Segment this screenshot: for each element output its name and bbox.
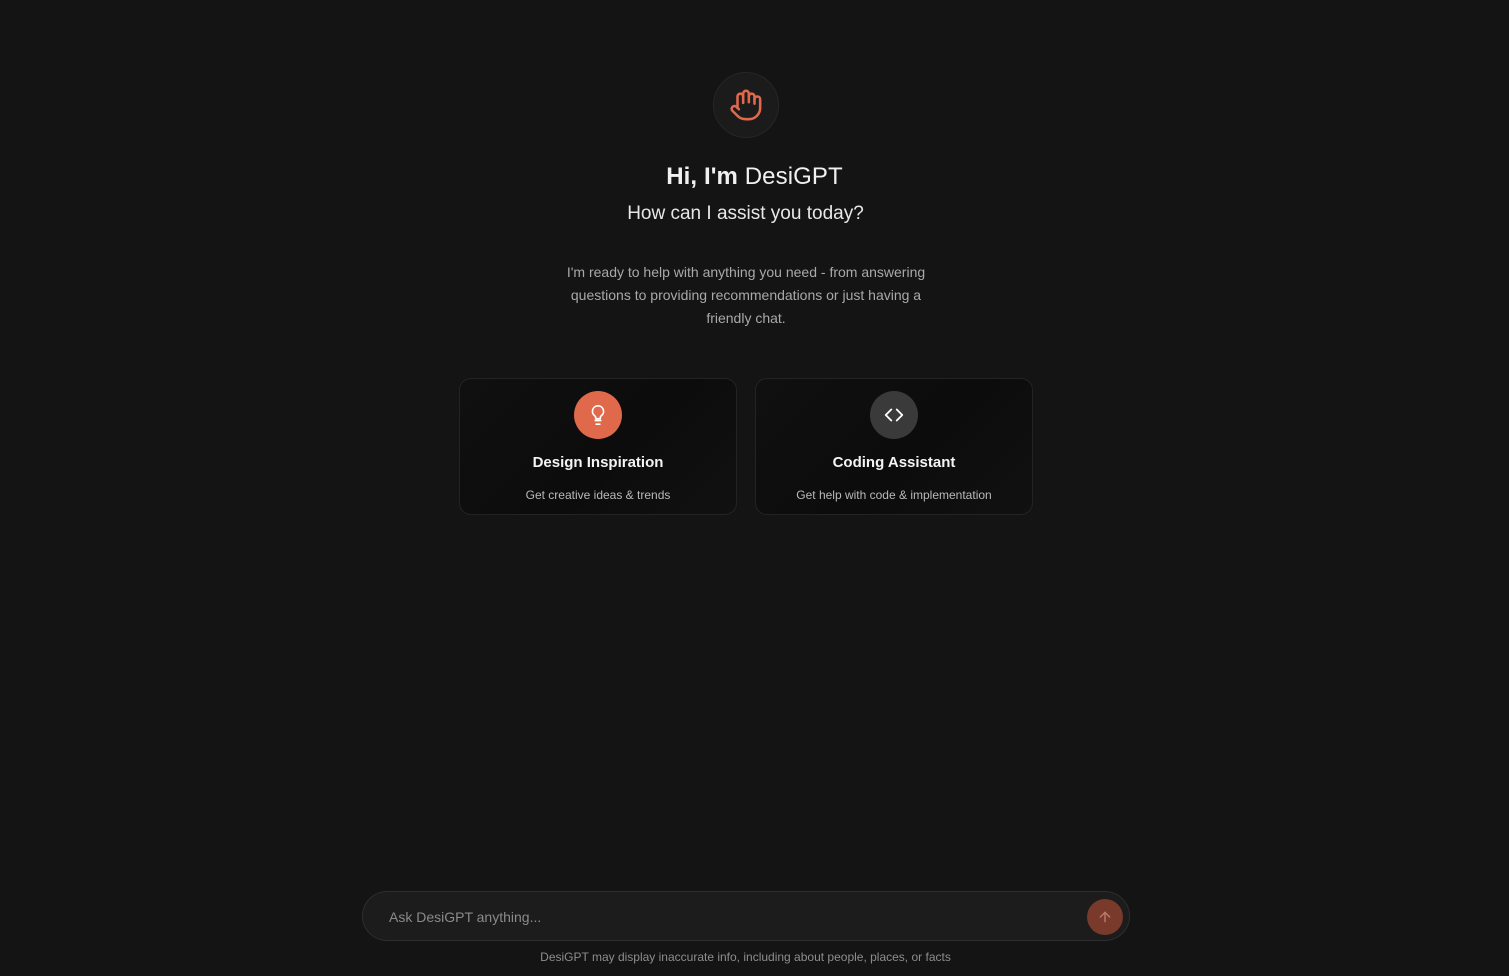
card-title: Coding Assistant (832, 454, 956, 471)
design-inspiration-card[interactable]: Design Inspiration Get creative ideas & … (459, 378, 737, 515)
disclaimer-text: DesiGPT may display inaccurate info, inc… (540, 950, 951, 964)
hero-avatar (713, 72, 779, 138)
arrow-up-icon (1099, 911, 1111, 923)
title-prefix: Hi, I'm (666, 163, 745, 190)
hand-icon (730, 89, 762, 121)
page-subtitle: How can I assist you today? (627, 203, 864, 224)
intro-text: I'm ready to help with anything you need… (566, 264, 926, 326)
message-input[interactable] (387, 892, 1071, 942)
page-title: Hi, I'm DesiGPT (0, 163, 1509, 191)
card-description: Get help with code & implementation (796, 488, 992, 502)
card-description: Get creative ideas & trends (525, 488, 671, 502)
chat-welcome-page: Hi, I'm DesiGPT How can I assist you tod… (0, 0, 1509, 976)
card-title: Design Inspiration (532, 454, 664, 471)
send-button[interactable] (1087, 899, 1123, 935)
title-name: DesiGPT (744, 163, 843, 190)
coding-assistant-card[interactable]: Coding Assistant Get help with code & im… (755, 378, 1033, 515)
lightbulb-icon (574, 391, 622, 439)
code-icon (870, 391, 918, 439)
message-composer (362, 891, 1130, 942)
